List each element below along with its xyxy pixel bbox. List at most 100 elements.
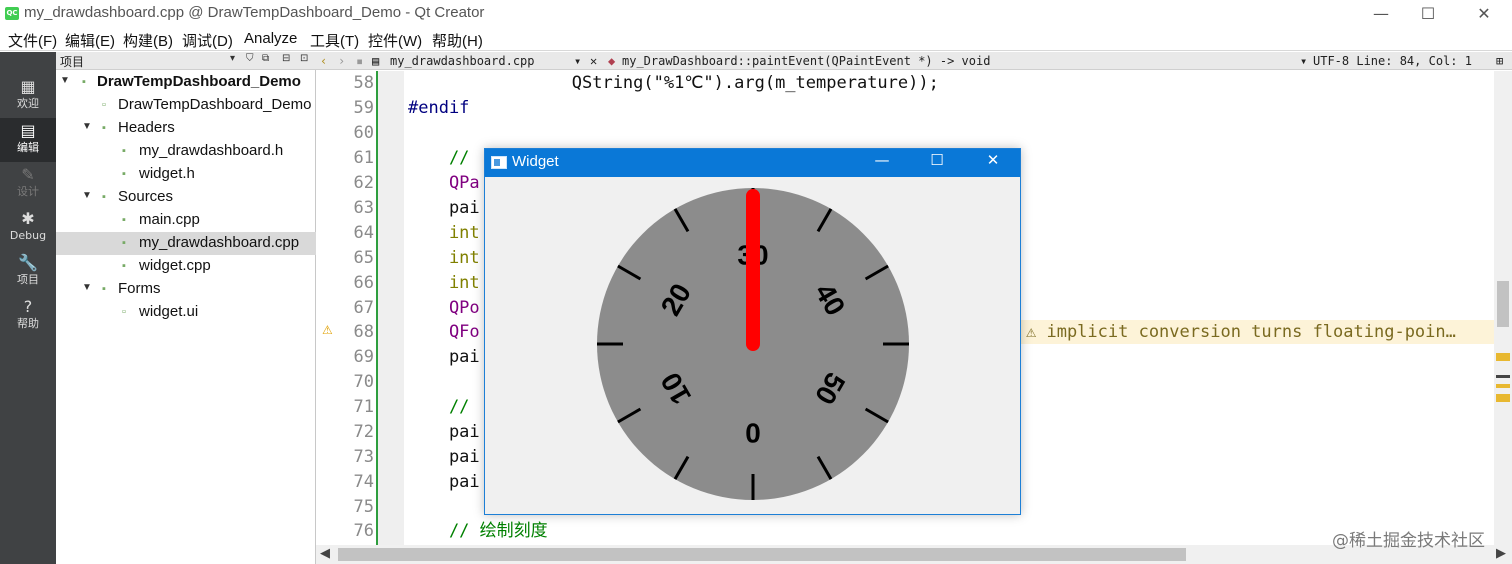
line-number: 63 [353,198,374,218]
menu-bar: 文件(F) 编辑(E) 构建(B) 调试(D) Analyze 工具(T) 控件… [0,27,1512,51]
tree-item-headers[interactable]: ▼ ▪ Headers [56,117,316,140]
tree-item-file[interactable]: ▪ main.cpp [56,209,316,232]
expand-arrow-icon[interactable]: ▼ [82,282,92,293]
line-number: 68 [353,322,374,342]
scroll-right-arrow-icon[interactable]: ▶ [1496,546,1506,561]
maximize-button[interactable]: ☐ [1403,0,1453,27]
widget-title-bar[interactable]: Widget — ☐ ✕ [485,149,1020,177]
vertical-scrollbar[interactable] [1494,71,1512,545]
project-panel-title[interactable]: 项目 [60,53,84,70]
code-line[interactable]: QPa [408,171,480,195]
code-line[interactable]: QFo [408,320,480,344]
expand-arrow-icon[interactable]: ▼ [82,190,92,201]
code-line[interactable]: QPo [408,296,480,320]
code-line[interactable]: pai [408,470,480,494]
line-number: 70 [353,372,374,392]
warning-message[interactable]: ⚠ implicit conversion turns floating-poi… [1026,320,1456,344]
tree-item-file[interactable]: ▫ widget.ui [56,301,316,324]
code-line[interactable]: int [408,221,480,245]
menu-window[interactable]: 控件(W) [368,30,422,51]
split-editor-icon[interactable]: ⊞ [1496,54,1503,68]
help-question-icon: ? [23,297,33,316]
file-dropdown-arrow-icon[interactable]: ▾ [574,54,581,68]
vertical-scroll-thumb[interactable] [1497,281,1509,327]
folder-icon: ▪ [102,191,106,203]
line-number: 75 [353,497,374,517]
menu-debug[interactable]: 调试(D) [182,30,233,51]
filter-icon[interactable]: ⛉ [246,53,254,64]
watermark: @稀土掘金技术社区 [1332,531,1485,551]
menu-build[interactable]: 构建(B) [123,30,173,51]
close-file-icon[interactable]: ✕ [590,54,597,68]
code-line[interactable]: // 绘制刻度 [408,519,548,543]
line-number: 76 [353,521,374,541]
widget-maximize-button[interactable]: ☐ [914,151,960,169]
expand-arrow-icon[interactable]: ▼ [82,121,92,132]
menu-tools[interactable]: 工具(T) [310,30,359,51]
minimize-button[interactable]: — [1356,0,1406,27]
title-bar: QC my_drawdashboard.cpp @ DrawTempDashbo… [0,0,1512,27]
mode-help[interactable]: ? 帮助 [0,294,56,338]
back-arrow-icon[interactable]: ‹ [320,54,327,68]
function-selector[interactable]: my_DrawDashboard::paintEvent(QPaintEvent… [622,54,990,68]
tree-item-label: Sources [118,188,174,205]
close-panel-icon[interactable]: ⊡ [300,53,308,64]
tree-item-file[interactable]: ▪ my_drawdashboard.h [56,140,316,163]
warning-marker[interactable] [1496,394,1510,402]
mode-welcome[interactable]: ▦ 欢迎 [0,74,56,118]
status-dropdown-arrow-icon[interactable]: ▾ [1300,54,1307,68]
horizontal-scroll-thumb[interactable] [338,548,1186,561]
link-icon[interactable]: ⧉ [262,53,269,64]
widget-window[interactable]: Widget — ☐ ✕ 01020304050 [484,148,1021,515]
code-line[interactable]: pai [408,345,480,369]
code-line[interactable]: QString("%1℃").arg(m_temperature)); [408,71,939,95]
code-line[interactable]: int [408,246,480,270]
code-line[interactable]: // [408,146,480,170]
tree-item-project[interactable]: ▼ ▪ DrawTempDashboard_Demo [56,71,316,94]
widget-minimize-button[interactable]: — [859,151,905,169]
project-panel-header: 项目 ▾ ⛉ ⧉ ⊟ ⊡ [56,52,316,70]
menu-edit[interactable]: 编辑(E) [65,30,115,51]
mode-design[interactable]: ✎ 设计 [0,162,56,206]
widget-close-button[interactable]: ✕ [970,151,1016,169]
code-line[interactable]: // [408,395,480,419]
open-file-selector[interactable]: my_drawdashboard.cpp [390,54,535,68]
tree-item-label: Headers [118,119,175,136]
tree-item-sources[interactable]: ▼ ▪ Sources [56,186,316,209]
line-number: 73 [353,447,374,467]
tree-item-file[interactable]: ▪ widget.h [56,163,316,186]
expand-arrow-icon[interactable]: ▼ [60,75,70,86]
line-number: 71 [353,397,374,417]
menu-analyze[interactable]: Analyze [244,30,297,47]
split-icon[interactable]: ⊟ [282,53,290,64]
dropdown-arrow-icon[interactable]: ▾ [230,53,235,64]
forward-arrow-icon[interactable]: › [338,54,345,68]
tree-item-forms[interactable]: ▼ ▪ Forms [56,278,316,301]
line-number: 74 [353,472,374,492]
debug-bug-icon: ✱ [21,209,35,228]
tree-item-file[interactable]: ▪ widget.cpp [56,255,316,278]
menu-help[interactable]: 帮助(H) [432,30,483,51]
tree-item-label: Forms [118,280,161,297]
code-line[interactable]: pai [408,420,480,444]
line-number: 66 [353,273,374,293]
warning-marker[interactable] [1496,384,1510,388]
mode-debug[interactable]: ✱ Debug [0,206,56,250]
encoding-position-status[interactable]: UTF-8 Line: 84, Col: 1 [1313,54,1472,68]
mode-debug-label: Debug [9,229,47,242]
code-line[interactable]: int [408,271,480,295]
lock-icon: ▪ [356,54,364,68]
window-title: my_drawdashboard.cpp @ DrawTempDashboard… [24,4,485,21]
code-line[interactable]: #endif [408,96,469,120]
close-button[interactable]: ✕ [1459,0,1509,27]
code-line[interactable]: pai [408,196,480,220]
mode-projects[interactable]: 🔧 项目 [0,250,56,294]
project-panel: 项目 ▾ ⛉ ⧉ ⊟ ⊡ ▼ ▪ DrawTempDashboard_Demo … [56,52,316,564]
mode-edit[interactable]: ▤ 编辑 [0,118,56,162]
tree-item-pro-file[interactable]: ▫ DrawTempDashboard_Demo [56,94,316,117]
scroll-left-arrow-icon[interactable]: ◀ [320,546,330,561]
code-line[interactable]: pai [408,445,480,469]
warning-marker[interactable] [1496,353,1510,361]
tree-item-file-selected[interactable]: ▪ my_drawdashboard.cpp [56,232,316,255]
menu-file[interactable]: 文件(F) [8,30,57,51]
